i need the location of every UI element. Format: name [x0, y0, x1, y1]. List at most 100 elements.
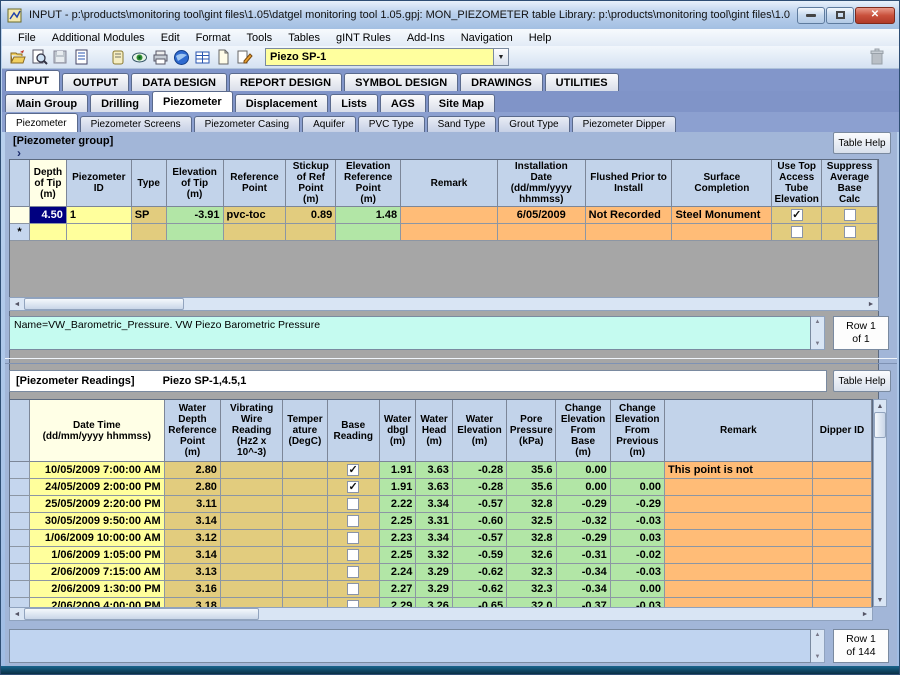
- save-icon[interactable]: [50, 48, 70, 67]
- tab-sub[interactable]: Piezometer Screens: [80, 116, 192, 132]
- table-row[interactable]: 1/06/2009 10:00:00 AM 3.12 2.23 3.34 -0.…: [10, 530, 872, 547]
- water-dbgl-cell[interactable]: 2.24: [380, 564, 417, 581]
- row-selector[interactable]: [10, 564, 30, 581]
- scroll-left-icon[interactable]: ◄: [10, 608, 24, 620]
- change-from-previous-cell[interactable]: -0.03: [611, 564, 665, 581]
- stickup-cell[interactable]: 0.89: [286, 207, 336, 224]
- date-time-cell[interactable]: 30/05/2009 9:50:00 AM: [30, 513, 165, 530]
- row-selector[interactable]: [10, 496, 30, 513]
- vibrating-wire-cell[interactable]: [221, 581, 283, 598]
- row-selector[interactable]: [10, 513, 30, 530]
- water-elevation-cell[interactable]: -0.59: [453, 547, 507, 564]
- new-record-marker[interactable]: *: [10, 224, 30, 241]
- change-from-previous-cell[interactable]: [611, 462, 665, 479]
- water-head-cell[interactable]: 3.63: [416, 479, 453, 496]
- change-from-base-cell[interactable]: -0.29: [557, 496, 611, 513]
- dipper-id-cell[interactable]: [813, 462, 872, 479]
- expand-row-arrow-icon[interactable]: ›: [17, 146, 21, 160]
- installation-date-cell[interactable]: 6/05/2009: [498, 207, 586, 224]
- vibrating-wire-cell[interactable]: [221, 530, 283, 547]
- tab-main[interactable]: INPUT: [5, 70, 60, 91]
- table-row[interactable]: 25/05/2009 2:20:00 PM 3.11 2.22 3.34 -0.…: [10, 496, 872, 513]
- water-depth-ref-cell[interactable]: 3.12: [165, 530, 221, 547]
- tab-main[interactable]: DATA DESIGN: [131, 73, 227, 91]
- base-reading-cell[interactable]: [328, 564, 380, 581]
- piezometer-id-cell[interactable]: 1: [67, 207, 132, 224]
- water-elevation-cell[interactable]: -0.28: [453, 462, 507, 479]
- pore-pressure-cell[interactable]: 32.5: [507, 513, 556, 530]
- tab-main[interactable]: UTILITIES: [545, 73, 619, 91]
- water-elevation-cell[interactable]: -0.60: [453, 513, 507, 530]
- column-header[interactable]: Change Elevation From Previous (m): [611, 400, 665, 462]
- table-row[interactable]: 2/06/2009 7:15:00 AM 3.13 2.24 3.29 -0.6…: [10, 564, 872, 581]
- column-header[interactable]: Elevation of Tip (m): [167, 160, 224, 207]
- scroll-right-icon[interactable]: ►: [858, 608, 872, 620]
- remark-cell[interactable]: [665, 513, 813, 530]
- column-header[interactable]: Remark: [665, 400, 813, 462]
- column-header[interactable]: Base Reading: [328, 400, 380, 462]
- tab-sub[interactable]: Piezometer Dipper: [572, 116, 677, 132]
- print-icon[interactable]: [150, 48, 170, 67]
- column-header[interactable]: Use Top Access Tube Elevation: [772, 160, 822, 207]
- row-selector[interactable]: [10, 530, 30, 547]
- water-head-cell[interactable]: 3.63: [416, 462, 453, 479]
- temperature-cell[interactable]: [283, 513, 327, 530]
- print-preview-icon[interactable]: [29, 48, 49, 67]
- water-depth-ref-cell[interactable]: 2.80: [165, 479, 221, 496]
- remark-cell[interactable]: [665, 496, 813, 513]
- base-reading-checkbox[interactable]: [347, 532, 359, 544]
- depth-of-tip-cell[interactable]: 4.50: [30, 207, 67, 224]
- change-from-base-cell[interactable]: 0.00: [557, 462, 611, 479]
- water-dbgl-cell[interactable]: 2.22: [380, 496, 417, 513]
- table-icon[interactable]: [192, 48, 212, 67]
- elevation-of-tip-cell[interactable]: -3.91: [167, 207, 224, 224]
- base-reading-checkbox[interactable]: [347, 481, 359, 493]
- base-reading-checkbox[interactable]: [347, 566, 359, 578]
- row-selector[interactable]: [10, 581, 30, 598]
- base-reading-cell[interactable]: [328, 513, 380, 530]
- water-head-cell[interactable]: 3.29: [416, 581, 453, 598]
- water-depth-ref-cell[interactable]: 3.14: [165, 513, 221, 530]
- column-header[interactable]: Elevation Reference Point (m): [336, 160, 401, 207]
- remark-cell[interactable]: [665, 564, 813, 581]
- table-row[interactable]: 24/05/2009 2:00:00 PM 2.80 1.91 3.63 -0.…: [10, 479, 872, 496]
- change-from-base-cell[interactable]: -0.31: [557, 547, 611, 564]
- delete-icon[interactable]: [867, 47, 887, 67]
- column-header[interactable]: Type: [132, 160, 167, 207]
- dipper-id-cell[interactable]: [813, 496, 872, 513]
- new-record-row[interactable]: *: [10, 224, 878, 241]
- base-reading-cell[interactable]: [328, 462, 380, 479]
- flushed-cell[interactable]: Not Recorded: [586, 207, 673, 224]
- menu-item[interactable]: Help: [521, 31, 560, 45]
- change-from-previous-cell[interactable]: 0.03: [611, 530, 665, 547]
- column-header[interactable]: Water Elevation (m): [453, 400, 507, 462]
- menu-item[interactable]: Tools: [239, 31, 281, 45]
- open-project-icon[interactable]: [8, 48, 28, 67]
- temperature-cell[interactable]: [283, 581, 327, 598]
- vibrating-wire-cell[interactable]: [221, 513, 283, 530]
- row-selector[interactable]: [10, 479, 30, 496]
- tab-sub[interactable]: Piezometer: [5, 113, 78, 132]
- change-from-base-cell[interactable]: 0.00: [557, 479, 611, 496]
- menu-item[interactable]: gINT Rules: [328, 31, 399, 45]
- vibrating-wire-cell[interactable]: [221, 564, 283, 581]
- tab-sub[interactable]: PVC Type: [358, 116, 425, 132]
- type-cell[interactable]: SP: [132, 207, 167, 224]
- vibrating-wire-cell[interactable]: [221, 462, 283, 479]
- water-head-cell[interactable]: 3.34: [416, 496, 453, 513]
- script-icon[interactable]: [108, 48, 128, 67]
- change-from-previous-cell[interactable]: 0.00: [611, 581, 665, 598]
- suppress-average-cell[interactable]: [822, 207, 878, 224]
- water-elevation-cell[interactable]: -0.57: [453, 530, 507, 547]
- surface-completion-cell[interactable]: Steel Monument: [672, 207, 772, 224]
- date-time-cell[interactable]: 10/05/2009 7:00:00 AM: [30, 462, 165, 479]
- scroll-up-icon[interactable]: ▲: [873, 400, 887, 412]
- change-from-previous-cell[interactable]: -0.02: [611, 547, 665, 564]
- reference-point-cell[interactable]: pvc-toc: [224, 207, 287, 224]
- row-selector[interactable]: [10, 547, 30, 564]
- tab-main[interactable]: SYMBOL DESIGN: [344, 73, 458, 91]
- use-top-access-cell[interactable]: [772, 207, 822, 224]
- tab-sub[interactable]: Aquifer: [302, 116, 356, 132]
- scroll-down-icon[interactable]: ▼: [873, 594, 887, 606]
- base-reading-checkbox[interactable]: [347, 498, 359, 510]
